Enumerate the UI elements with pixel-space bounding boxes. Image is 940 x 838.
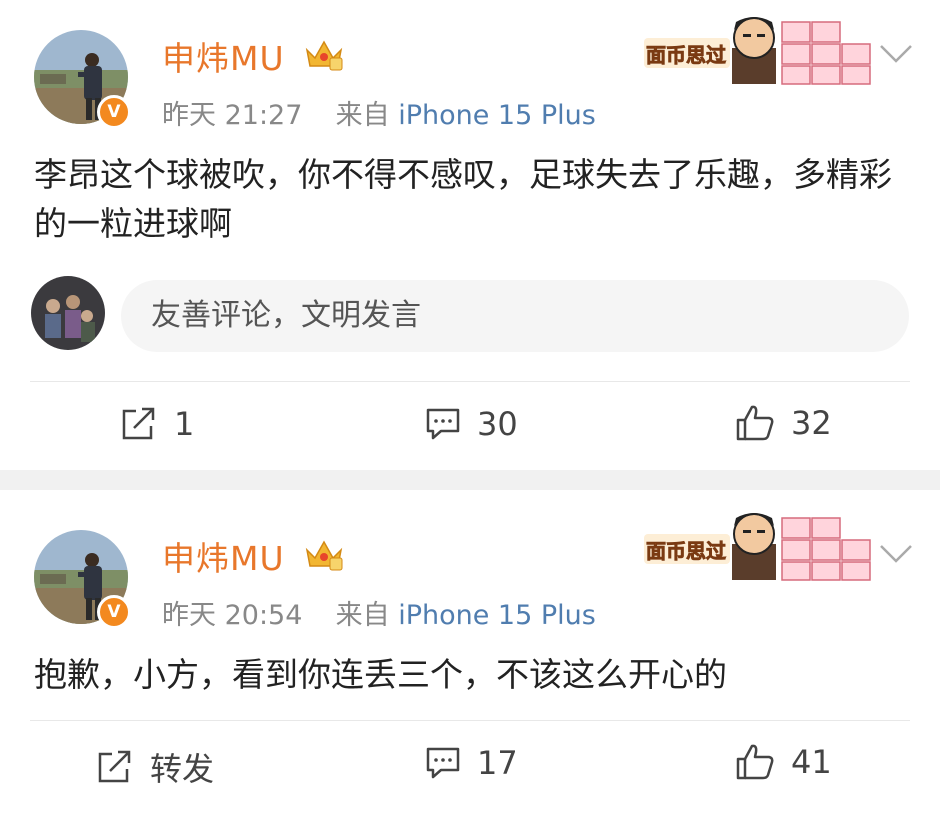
- username[interactable]: 申炜MU: [162, 32, 285, 80]
- comment-input[interactable]: 友善评论，文明发言: [121, 280, 909, 352]
- like-count: 32: [791, 404, 832, 442]
- verified-badge-icon: V: [97, 95, 131, 129]
- from-label: 来自: [335, 600, 390, 631]
- repost-button[interactable]: 转发: [96, 744, 214, 790]
- sticker-text: 面币思过: [646, 539, 726, 563]
- comment-icon: [426, 747, 460, 779]
- chevron-down-icon[interactable]: [878, 42, 914, 66]
- vip-crown-icon: [305, 40, 343, 71]
- comment-count: 17: [477, 744, 518, 782]
- post-time: 昨天 21:27: [162, 100, 303, 131]
- weibo-post: V 申炜MU 昨天 20:54 来自 iPhone 15 Plus 面币思过 抱…: [0, 490, 940, 838]
- post-source[interactable]: iPhone 15 Plus: [398, 100, 596, 131]
- commenter-avatar: [31, 276, 105, 350]
- divider: [30, 720, 910, 721]
- repost-count: 1: [174, 405, 195, 443]
- sticker-text: 面币思过: [646, 43, 726, 67]
- post-meta: 昨天 21:27 来自 iPhone 15 Plus: [162, 93, 596, 132]
- post-time: 昨天 20:54: [162, 600, 303, 631]
- post-content: 抱歉，小方，看到你连丢三个，不该这么开心的: [34, 655, 727, 694]
- comment-count: 30: [477, 405, 518, 443]
- post-meta: 昨天 20:54 来自 iPhone 15 Plus: [162, 593, 596, 632]
- decoration-sticker: 面币思过: [644, 17, 871, 85]
- like-button[interactable]: 41: [735, 742, 832, 782]
- thumbs-up-icon: [736, 744, 774, 780]
- comment-icon: [426, 408, 460, 440]
- share-icon: [98, 750, 131, 783]
- weibo-post: V 申炜MU 昨天 21:27 来自 iPhone 15 Plus 面币思过 李…: [0, 0, 940, 470]
- post-content: 李昂这个球被吹，你不得不感叹，足球失去了乐趣，多精彩的一粒进球啊: [34, 155, 892, 243]
- feed-separator: [0, 470, 940, 490]
- verified-badge-icon: V: [97, 595, 131, 629]
- chevron-down-icon[interactable]: [878, 542, 914, 566]
- post-source[interactable]: iPhone 15 Plus: [398, 600, 596, 631]
- vip-crown-icon: [305, 540, 343, 571]
- divider: [30, 381, 910, 382]
- like-button[interactable]: 32: [735, 403, 832, 443]
- like-count: 41: [791, 743, 832, 781]
- decoration-sticker: 面币思过: [644, 513, 871, 581]
- comment-button[interactable]: 17: [425, 744, 518, 782]
- repost-label: 转发: [150, 750, 215, 788]
- username[interactable]: 申炜MU: [162, 532, 285, 580]
- thumbs-up-icon: [736, 405, 774, 441]
- from-label: 来自: [335, 100, 390, 131]
- share-icon: [122, 407, 155, 440]
- comment-button[interactable]: 30: [425, 405, 518, 443]
- repost-button[interactable]: 1: [120, 405, 194, 443]
